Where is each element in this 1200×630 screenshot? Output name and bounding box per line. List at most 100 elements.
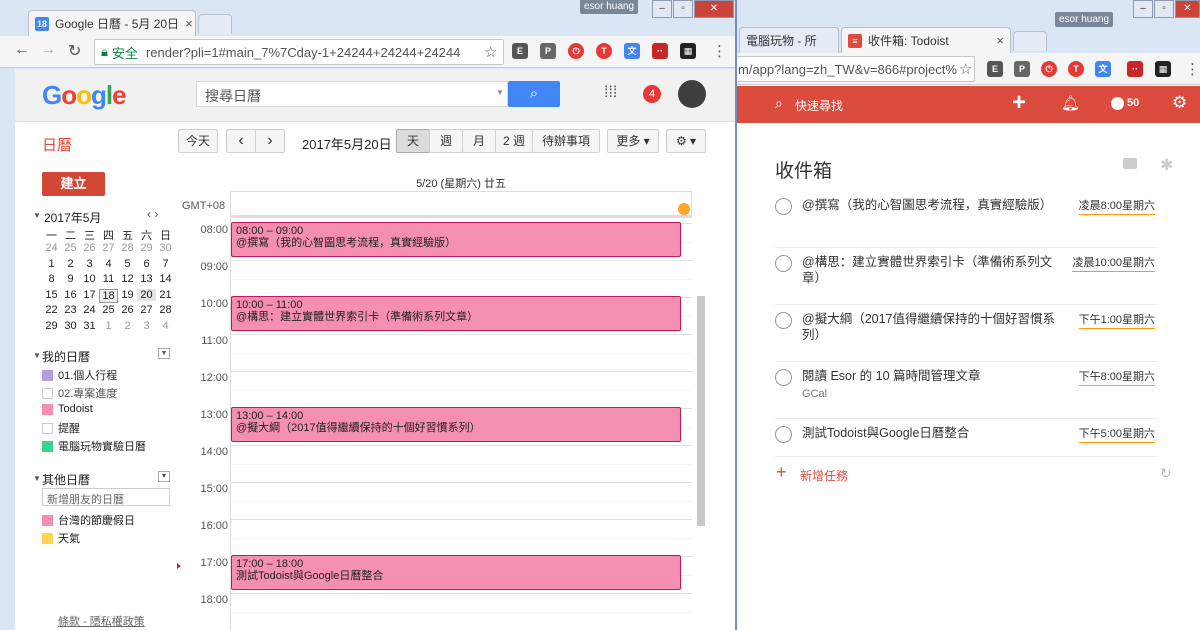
tab-close-icon[interactable]: ×	[990, 33, 1004, 48]
bookmark-star-icon[interactable]: ☆	[959, 60, 972, 78]
calendar-item[interactable]: 電腦玩物實驗日曆	[42, 438, 146, 454]
maximize-button[interactable]: ▫	[673, 0, 693, 18]
other-calendars-title[interactable]: 其他日曆	[42, 471, 90, 488]
mini-cal-nav[interactable]: ‹ ›	[147, 207, 158, 221]
hour-line[interactable]	[230, 260, 692, 261]
translate-ext-icon[interactable]: T	[1068, 61, 1084, 77]
mini-cal-day[interactable]: 3	[137, 320, 156, 332]
avatar[interactable]	[678, 80, 706, 108]
mini-cal-day[interactable]: 28	[156, 304, 175, 316]
minimize-button[interactable]: –	[1133, 0, 1153, 18]
footer-links[interactable]: 條款 - 隱私權政策	[58, 613, 145, 629]
evernote-icon[interactable]: E	[512, 43, 528, 59]
mini-cal-day[interactable]: 6	[137, 258, 156, 270]
calendar-item[interactable]: 台灣的節慶假日	[42, 512, 135, 528]
view-week-button[interactable]: 週	[429, 129, 463, 153]
evernote-icon[interactable]: E	[987, 61, 1003, 77]
mini-cal-day[interactable]: 17	[80, 289, 99, 301]
mini-cal-day[interactable]: 31	[80, 320, 99, 332]
film-icon[interactable]: ▦	[1155, 61, 1171, 77]
task-checkbox[interactable]	[775, 255, 792, 272]
mini-cal-collapse-icon[interactable]: ▼	[33, 211, 41, 220]
maximize-button[interactable]: ▫	[1154, 0, 1174, 18]
calendar-item[interactable]: 01.個人行程	[42, 367, 117, 383]
next-button[interactable]: ›	[255, 129, 285, 153]
more-button[interactable]: 更多 ▾	[607, 129, 659, 153]
mini-cal-day[interactable]: 27	[99, 242, 118, 254]
tab-google-calendar[interactable]: 18 Google 日曆 - 5月 20日 ×	[28, 10, 196, 36]
calendar-color-swatch[interactable]	[42, 403, 53, 415]
user-badge[interactable]: esor huang	[1055, 12, 1114, 27]
task-item[interactable]: @撰寫（我的心智圖思考流程，真實經驗版） 凌晨8:00星期六	[775, 191, 1157, 248]
add-task-icon[interactable]: +	[776, 462, 787, 483]
power-icon[interactable]: ⏻	[568, 43, 584, 59]
calendar-event[interactable]: 08:00 – 09:00 @撰寫（我的心智圖思考流程，真實經驗版）	[231, 222, 681, 257]
task-due-date[interactable]: 凌晨10:00星期六	[1072, 254, 1155, 272]
rss-icon[interactable]: ··	[652, 43, 668, 59]
task-checkbox[interactable]	[775, 369, 792, 386]
reload-icon[interactable]: ↻	[68, 41, 81, 61]
mini-cal-day[interactable]: 8	[42, 273, 61, 285]
calendar-item[interactable]: 天氣	[42, 530, 80, 546]
mini-cal-day[interactable]: 7	[156, 258, 175, 270]
pocket-icon[interactable]: P	[1014, 61, 1030, 77]
search-input[interactable]: 搜尋日曆	[196, 81, 508, 107]
calendar-color-swatch[interactable]	[42, 422, 53, 434]
back-arrow-icon[interactable]: ←	[14, 41, 30, 59]
calendar-event[interactable]: 17:00 – 18:00 測試Todoist與Google日曆整合	[231, 555, 681, 590]
close-button[interactable]: ✕	[694, 0, 734, 18]
task-due-date[interactable]: 下午1:00星期六	[1078, 311, 1155, 329]
task-due-date[interactable]: 凌晨8:00星期六	[1078, 197, 1155, 215]
mini-cal-day[interactable]: 3	[80, 258, 99, 270]
calendar-color-swatch[interactable]	[42, 440, 53, 452]
settings-button[interactable]: ⚙ ▾	[666, 129, 706, 153]
task-content[interactable]: @撰寫（我的心智圖思考流程，真實經驗版）	[802, 197, 1057, 213]
address-bar[interactable]: 🔒︎ 安全 render?pli=1#main_7%7Cday-1+24244+…	[94, 39, 504, 65]
forward-arrow-icon[interactable]: →	[40, 41, 56, 59]
view-agenda-button[interactable]: 待辦事項	[532, 129, 600, 153]
my-calendars-collapse-icon[interactable]: ▼	[33, 351, 41, 360]
tab-close-icon[interactable]: ×	[179, 16, 193, 31]
calendar-item[interactable]: Todoist	[42, 403, 93, 415]
my-calendars-title[interactable]: 我的日曆	[42, 348, 90, 365]
mini-cal-day[interactable]: 9	[61, 273, 80, 285]
mini-cal-day[interactable]: 29	[137, 242, 156, 254]
new-tab-button[interactable]	[198, 14, 232, 34]
user-badge[interactable]: esor huang	[580, 0, 639, 14]
other-calendars-collapse-icon[interactable]: ▼	[33, 474, 41, 483]
mini-cal-day[interactable]: 25	[99, 304, 118, 316]
mini-cal-day[interactable]: 1	[42, 258, 61, 270]
create-button[interactable]: 建立	[42, 172, 105, 196]
hour-line[interactable]	[230, 593, 692, 594]
task-content[interactable]: 測試Todoist與Google日曆整合	[802, 425, 1057, 441]
mini-cal-day[interactable]: 19	[118, 289, 137, 301]
mini-cal-day[interactable]: 5	[118, 258, 137, 270]
calendar-item[interactable]: 02.專案進度	[42, 385, 117, 401]
mini-cal-day[interactable]: 24	[42, 242, 61, 254]
task-checkbox[interactable]	[775, 198, 792, 215]
mini-cal-day[interactable]: 29	[42, 320, 61, 332]
mini-cal-day[interactable]: 22	[42, 304, 61, 316]
mini-cal-day[interactable]: 30	[61, 320, 80, 332]
mini-cal-day[interactable]: 2	[61, 258, 80, 270]
mini-cal-day[interactable]: 10	[80, 273, 99, 285]
mini-cal-day[interactable]: 2	[118, 320, 137, 332]
minimize-button[interactable]: –	[652, 0, 672, 18]
mini-cal-day[interactable]: 4	[99, 258, 118, 270]
translate-ext-icon[interactable]: T	[596, 43, 612, 59]
task-item[interactable]: 閱讀 Esor 的 10 篇時間管理文章 GCal 下午8:00星期六	[775, 362, 1157, 419]
mini-cal-day[interactable]: 1	[99, 320, 118, 332]
tab-inactive[interactable]: 電腦玩物 - 所	[739, 27, 839, 53]
rss-icon[interactable]: ··	[1127, 61, 1143, 77]
power-icon[interactable]: ⏻	[1041, 61, 1057, 77]
view-day-button[interactable]: 天	[396, 129, 430, 153]
hour-line[interactable]	[230, 445, 692, 446]
hour-line[interactable]	[230, 371, 692, 372]
task-item[interactable]: @構思：建立實體世界索引卡（準備術系列文章） 凌晨10:00星期六	[775, 248, 1157, 305]
close-button[interactable]: ✕	[1175, 0, 1200, 18]
mini-cal-day[interactable]: 11	[99, 273, 118, 285]
mini-cal-day[interactable]: 23	[61, 304, 80, 316]
calendar-color-swatch[interactable]	[42, 369, 53, 381]
mini-cal-day[interactable]: 13	[137, 273, 156, 285]
mini-cal-day[interactable]: 16	[61, 289, 80, 301]
